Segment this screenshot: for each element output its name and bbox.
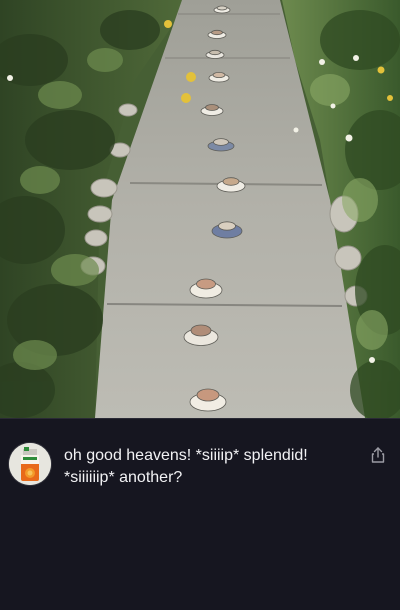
share-icon <box>371 447 385 463</box>
garden-path-photo <box>0 0 400 418</box>
post-caption: oh good heavens! *siiiip* splendid! *sii… <box>64 447 313 486</box>
app-frame: oh good heavens! *siiiip* splendid! *sii… <box>0 0 400 610</box>
post-caption-bar: oh good heavens! *siiiip* splendid! *sii… <box>0 418 400 610</box>
juice-carton-avatar-icon[interactable] <box>9 443 51 485</box>
share-button[interactable] <box>366 443 390 467</box>
